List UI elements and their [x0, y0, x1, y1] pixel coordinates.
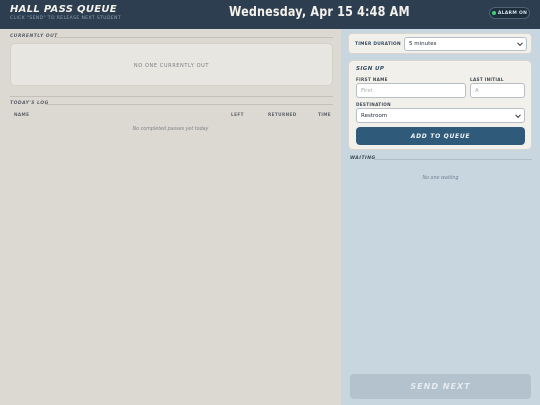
alarm-toggle-button[interactable]: ALARM ON: [489, 7, 530, 19]
app-title: HALL PASS QUEUE: [10, 4, 117, 15]
currently-out-label: CURRENTLY OUT: [10, 34, 58, 39]
waiting-label: WAITING: [350, 156, 376, 161]
currently-out-card: NO ONE CURRENTLY OUT: [10, 43, 333, 86]
send-next-button[interactable]: SEND NEXT: [350, 374, 531, 399]
last-initial-label: LAST INITIAL: [470, 77, 504, 82]
last-initial-placeholder: A: [475, 87, 479, 94]
todays-log-empty-text: No completed passes yet today: [132, 127, 209, 132]
log-column-returned: RETURNED: [268, 112, 297, 117]
first-name-input[interactable]: First: [356, 83, 466, 98]
timer-duration-select[interactable]: 5 minutes: [404, 37, 527, 51]
currently-out-divider: [54, 37, 333, 38]
waiting-divider: [374, 159, 532, 160]
alarm-status-dot-icon: [491, 11, 496, 15]
chevron-down-icon: [515, 111, 521, 118]
destination-select[interactable]: Restroom: [356, 108, 525, 123]
add-to-queue-button[interactable]: ADD TO QUEUE: [356, 127, 525, 145]
waiting-empty-text: No one waiting: [422, 176, 459, 181]
app-subtitle: CLICK "SEND" TO RELEASE NEXT STUDENT: [10, 16, 121, 21]
timer-card: TIMER DURATION 5 minutes: [348, 33, 532, 54]
todays-log-divider: [45, 104, 333, 105]
timer-duration-value: 5 minutes: [409, 41, 437, 47]
todays-log-label: TODAY'S LOG: [10, 101, 49, 106]
right-panel: TIMER DURATION 5 minutes SIGN UP FIRST N…: [341, 29, 540, 405]
destination-label: DESTINATION: [356, 102, 391, 107]
signup-title: SIGN UP: [356, 66, 385, 72]
current-datetime: Wednesday, Apr 15 4:48 AM: [229, 5, 410, 20]
log-column-time: TIME: [318, 112, 332, 117]
currently-out-empty-text: NO ONE CURRENTLY OUT: [133, 63, 210, 69]
timer-duration-label: TIMER DURATION: [355, 42, 401, 47]
section-divider: [10, 96, 333, 97]
log-column-left: LEFT: [231, 112, 244, 117]
left-panel: CURRENTLY OUT NO ONE CURRENTLY OUT TODAY…: [0, 29, 341, 405]
last-initial-input[interactable]: A: [470, 83, 525, 98]
first-name-placeholder: First: [361, 87, 373, 94]
destination-value: Restroom: [361, 112, 388, 119]
alarm-toggle-label: ALARM ON: [497, 10, 528, 16]
app-header: HALL PASS QUEUE CLICK "SEND" TO RELEASE …: [0, 0, 540, 29]
signup-card: SIGN UP FIRST NAME First LAST INITIAL A …: [348, 60, 532, 150]
log-column-name: NAME: [14, 112, 30, 117]
first-name-label: FIRST NAME: [356, 77, 388, 82]
chevron-down-icon: [517, 40, 523, 47]
